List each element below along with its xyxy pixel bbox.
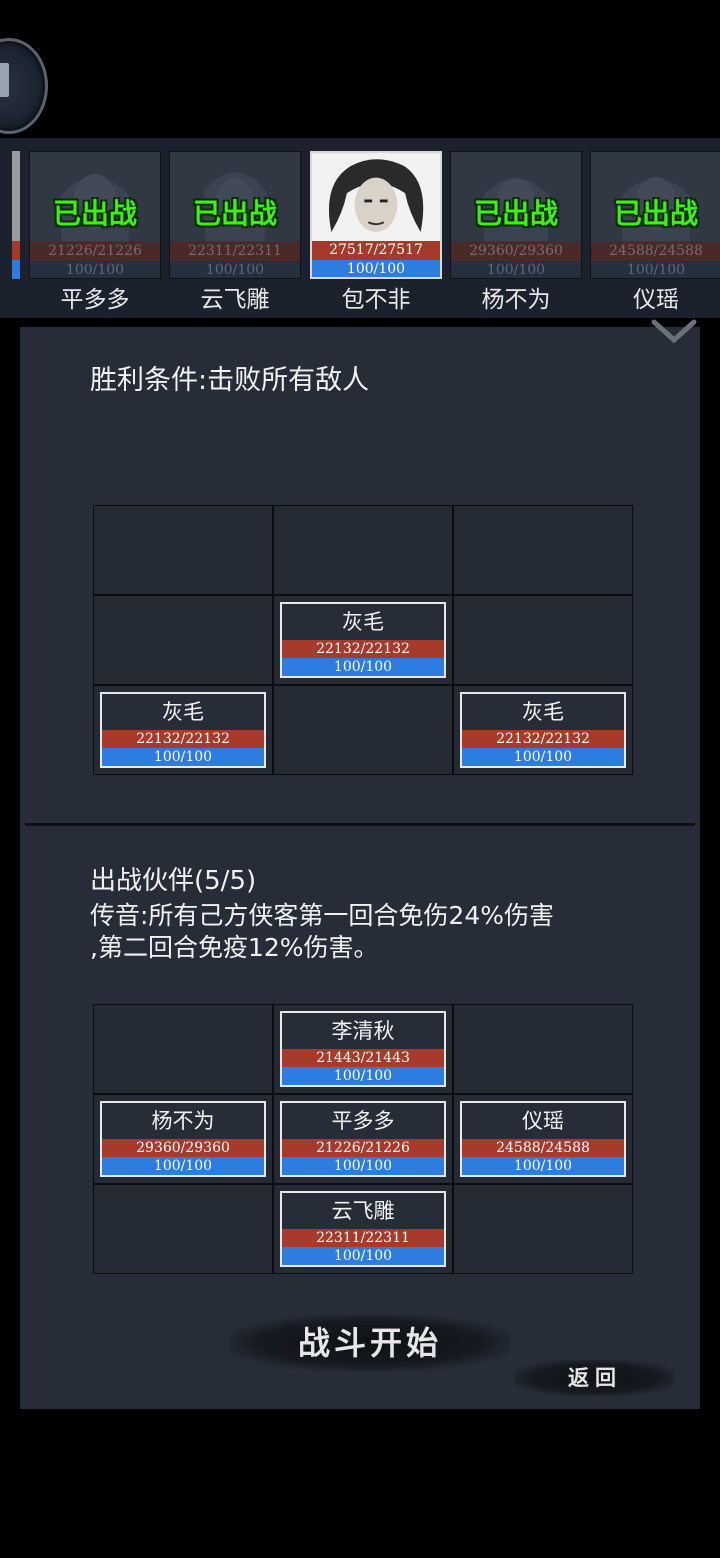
- unit-name: 灰毛: [522, 700, 564, 724]
- formation-cell[interactable]: 李清秋 21443/21443 100/100: [273, 1004, 453, 1094]
- mp-bar: 100/100: [282, 1157, 444, 1175]
- hero-name: 云飞雕: [200, 287, 270, 313]
- partner-formation-grid: 李清秋 21443/21443 100/100 杨不为 29360/29360 …: [93, 1004, 633, 1274]
- hero-card[interactable]: 已出战 21226/21226 100/100: [29, 151, 161, 279]
- enemy-unit[interactable]: 灰毛 22132/22132 100/100: [460, 692, 626, 768]
- hp-bar: 22132/22132: [102, 730, 264, 748]
- formation-cell[interactable]: 平多多 21226/21226 100/100: [273, 1094, 453, 1184]
- hp-bar: 22311/22311: [282, 1229, 444, 1247]
- mp-bar: 100/100: [462, 748, 624, 766]
- unit-name: 灰毛: [342, 610, 384, 634]
- partner-unit[interactable]: 李清秋 21443/21443 100/100: [280, 1011, 446, 1087]
- mp-bar: 100/100: [102, 748, 264, 766]
- victory-condition: 胜利条件:击败所有敌人: [90, 365, 370, 396]
- formation-cell[interactable]: [453, 1004, 633, 1094]
- deployed-label: 已出战: [192, 197, 277, 230]
- formation-cell[interactable]: [453, 1184, 633, 1274]
- mp-bar: 100/100: [282, 658, 444, 676]
- unit-name: 杨不为: [151, 1109, 215, 1133]
- back-icon[interactable]: [0, 38, 48, 134]
- mp-bar: 100/100: [30, 261, 160, 278]
- formation-cell[interactable]: [453, 505, 633, 595]
- formation-cell[interactable]: [453, 595, 633, 685]
- hp-bar: 22132/22132: [282, 640, 444, 658]
- unit-name: 云飞雕: [331, 1199, 395, 1223]
- partial-hero-card[interactable]: [12, 151, 20, 279]
- hero-portrait-icon: [312, 154, 440, 242]
- buff-line: 传音:所有己方侠客第一回合免伤24%伤害: [90, 901, 554, 930]
- enemy-unit[interactable]: 灰毛 22132/22132 100/100: [100, 692, 266, 768]
- partner-unit[interactable]: 仪瑶 24588/24588 100/100: [460, 1101, 626, 1177]
- hero-roster: 已出战 21226/21226 100/100 平多多 已出战 22311/22…: [0, 138, 720, 318]
- hp-bar: 21443/21443: [282, 1049, 444, 1067]
- hp-bar: 24588/24588: [591, 242, 720, 261]
- formation-buff-text: 传音:所有己方侠客第一回合免伤24%伤害 ,第二回合免疫12%伤害。: [90, 900, 650, 964]
- hero-name: 平多多: [60, 287, 130, 313]
- mp-bar: 100/100: [462, 1157, 624, 1175]
- partner-unit[interactable]: 杨不为 29360/29360 100/100: [100, 1101, 266, 1177]
- mp-bar: 100/100: [282, 1247, 444, 1265]
- enemy-formation-grid: 灰毛 22132/22132 100/100 灰毛 22132/22132 10…: [93, 505, 633, 775]
- hero-card[interactable]: 已出战 29360/29360 100/100: [450, 151, 582, 279]
- mp-bar: 100/100: [170, 261, 300, 278]
- formation-cell[interactable]: 杨不为 29360/29360 100/100: [93, 1094, 273, 1184]
- hero-name: 杨不为: [481, 287, 551, 313]
- hp-bar: 21226/21226: [30, 242, 160, 261]
- formation-cell[interactable]: 灰毛 22132/22132 100/100: [273, 595, 453, 685]
- partner-unit[interactable]: 云飞雕 22311/22311 100/100: [280, 1191, 446, 1267]
- formation-cell[interactable]: [93, 1004, 273, 1094]
- back-button[interactable]: 返回: [515, 1360, 675, 1396]
- unit-name: 李清秋: [331, 1019, 395, 1043]
- chevron-down-icon[interactable]: [650, 316, 698, 346]
- start-battle-button[interactable]: 战斗开始: [230, 1315, 510, 1371]
- formation-cell[interactable]: 灰毛 22132/22132 100/100: [453, 685, 633, 775]
- hero-name: 包不非: [341, 287, 411, 313]
- hp-bar: 21226/21226: [282, 1139, 444, 1157]
- formation-cell[interactable]: 灰毛 22132/22132 100/100: [93, 685, 273, 775]
- mp-bar: 100/100: [591, 261, 720, 278]
- enemy-unit[interactable]: 灰毛 22132/22132 100/100: [280, 602, 446, 678]
- hp-bar: 29360/29360: [451, 242, 581, 261]
- partners-title: 出战伙伴(5/5): [90, 866, 257, 896]
- formation-cell[interactable]: [93, 1184, 273, 1274]
- hero-card[interactable]: 已出战 22311/22311 100/100: [169, 151, 301, 279]
- hp-bar: 27517/27517: [312, 241, 440, 260]
- hp-bar: 29360/29360: [102, 1139, 264, 1157]
- hero-card[interactable]: 已出战 24588/24588 100/100: [590, 151, 720, 279]
- deployed-label: 已出战: [473, 197, 558, 230]
- formation-cell[interactable]: [93, 505, 273, 595]
- unit-name: 平多多: [331, 1109, 395, 1133]
- hp-bar: 22311/22311: [170, 242, 300, 261]
- buff-line: ,第二回合免疫12%伤害。: [90, 933, 379, 962]
- formation-cell[interactable]: [93, 595, 273, 685]
- hero-card-selected[interactable]: 27517/27517 100/100: [310, 151, 442, 279]
- hp-bar: 22132/22132: [462, 730, 624, 748]
- formation-cell[interactable]: 仪瑶 24588/24588 100/100: [453, 1094, 633, 1184]
- partner-unit[interactable]: 平多多 21226/21226 100/100: [280, 1101, 446, 1177]
- deployed-label: 已出战: [613, 197, 698, 230]
- formation-cell[interactable]: [273, 685, 453, 775]
- formation-cell[interactable]: 云飞雕 22311/22311 100/100: [273, 1184, 453, 1274]
- unit-name: 灰毛: [162, 700, 204, 724]
- hp-bar: 24588/24588: [462, 1139, 624, 1157]
- mp-bar: 100/100: [451, 261, 581, 278]
- formation-cell[interactable]: [273, 505, 453, 595]
- mp-bar: 100/100: [102, 1157, 264, 1175]
- section-divider: [25, 823, 695, 826]
- mp-bar: 100/100: [282, 1067, 444, 1085]
- deployed-label: 已出战: [52, 197, 137, 230]
- unit-name: 仪瑶: [522, 1109, 564, 1133]
- hero-name: 仪瑶: [633, 287, 679, 313]
- mp-bar: 100/100: [312, 260, 440, 277]
